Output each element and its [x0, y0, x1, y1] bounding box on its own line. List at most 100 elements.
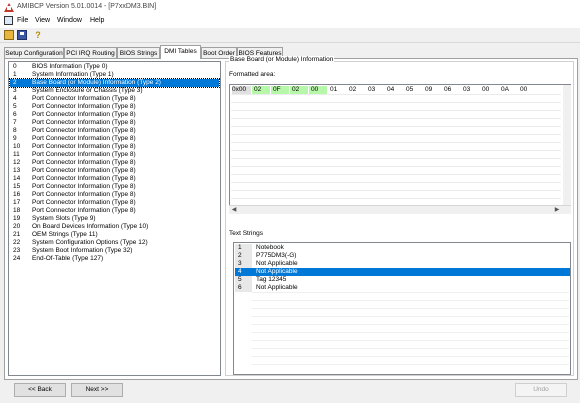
- hex-address: 0x00: [232, 86, 251, 94]
- table-row[interactable]: 3 Not Applicable: [235, 260, 570, 268]
- list-item[interactable]: 10 Port Connector Information (Type 8): [10, 143, 219, 151]
- grid-line: [252, 340, 569, 341]
- hex-row: 0x00 02 0F 02 00 01 02 03 04 05 09 06 03 00 0A 00: [231, 86, 570, 94]
- list-item[interactable]: 24 End-Of-Table (Type 127): [10, 255, 219, 263]
- hex-cell[interactable]: 04: [385, 86, 403, 94]
- list-item-label: Base Board (or Module) Information (Type…: [32, 79, 161, 86]
- list-item-number: 23: [13, 247, 21, 254]
- list-item-label: End-Of-Table (Type 127): [32, 255, 104, 262]
- hex-cell[interactable]: 02: [347, 86, 365, 94]
- hex-cell[interactable]: 02: [290, 86, 308, 94]
- window-title: AMIBCP Version 5.01.0014 - [P7xxDM3.BIN]: [17, 3, 157, 10]
- hex-cell[interactable]: 00: [518, 86, 536, 94]
- table-row[interactable]: 2 P775DM3(-G): [235, 252, 570, 260]
- list-item[interactable]: 8 Port Connector Information (Type 8): [10, 127, 219, 135]
- list-item-label: Port Connector Information (Type 8): [32, 207, 136, 214]
- list-item[interactable]: 1 System Information (Type 1): [10, 71, 219, 79]
- list-item[interactable]: 14 Port Connector Information (Type 8): [10, 175, 219, 183]
- list-item-label: Port Connector Information (Type 8): [32, 159, 136, 166]
- hex-cell[interactable]: 06: [442, 86, 460, 94]
- hex-cell[interactable]: 01: [328, 86, 346, 94]
- list-item[interactable]: 0 BIOS Information (Type 0): [10, 63, 219, 71]
- list-item[interactable]: 13 Port Connector Information (Type 8): [10, 167, 219, 175]
- list-item[interactable]: 3 System Enclosure or Chassis (Type 3): [10, 87, 219, 95]
- list-item[interactable]: 9 Port Connector Information (Type 8): [10, 135, 219, 143]
- list-item-number: 17: [13, 199, 21, 206]
- list-item[interactable]: 20 On Board Devices Information (Type 10): [10, 223, 219, 231]
- table-row[interactable]: 6 Not Applicable: [235, 284, 570, 292]
- menu-help[interactable]: Help: [90, 17, 104, 24]
- list-item-label: Port Connector Information (Type 8): [32, 199, 136, 206]
- list-item[interactable]: 22 System Configuration Options (Type 12): [10, 239, 219, 247]
- list-item-label: Port Connector Information (Type 8): [32, 103, 136, 110]
- hex-cell[interactable]: 05: [404, 86, 422, 94]
- hex-cell[interactable]: 09: [423, 86, 441, 94]
- list-item[interactable]: 16 Port Connector Information (Type 8): [10, 191, 219, 199]
- help-icon[interactable]: ?: [33, 30, 43, 40]
- grid-line: [231, 94, 561, 95]
- list-item[interactable]: 23 System Boot Information (Type 32): [10, 247, 219, 255]
- grid-line: [231, 190, 561, 191]
- hex-grid[interactable]: 0x00 02 0F 02 00 01 02 03 04 05 09 06 03 00 0A 00: [229, 84, 571, 214]
- list-item[interactable]: 4 Port Connector Information (Type 8): [10, 95, 219, 103]
- grid-line: [252, 332, 569, 333]
- dmi-table-list[interactable]: 0 BIOS Information (Type 0) 1 System Inform…: [8, 61, 221, 376]
- tab-setup-configuration[interactable]: Setup Configuration: [4, 47, 64, 58]
- hex-cell[interactable]: 03: [461, 86, 479, 94]
- list-item[interactable]: 17 Port Connector Information (Type 8): [10, 199, 219, 207]
- grid-line: [252, 308, 569, 309]
- menu-window[interactable]: Window: [57, 17, 82, 24]
- list-item[interactable]: 7 Port Connector Information (Type 8): [10, 119, 219, 127]
- back-button[interactable]: << Back: [14, 383, 66, 397]
- grid-line: [231, 126, 561, 127]
- tab-bios-strings[interactable]: BIOS Strings: [117, 47, 160, 58]
- hex-cell[interactable]: 0F: [271, 86, 289, 94]
- list-item-label: Port Connector Information (Type 8): [32, 127, 136, 134]
- table-row[interactable]: 5 Tag 12345: [235, 276, 570, 284]
- table-row[interactable]: 4 Not Applicable: [235, 268, 570, 276]
- list-item[interactable]: 12 Port Connector Information (Type 8): [10, 159, 219, 167]
- list-item[interactable]: 5 Port Connector Information (Type 8): [10, 103, 219, 111]
- list-item[interactable]: 6 Port Connector Information (Type 8): [10, 111, 219, 119]
- list-item[interactable]: 2 Base Board (or Module) Information (Typ…: [9, 78, 220, 88]
- hex-cell[interactable]: 03: [366, 86, 384, 94]
- grid-line: [231, 102, 561, 103]
- title-bar: AMIBCP Version 5.01.0014 - [P7xxDM3.BIN]: [0, 0, 580, 15]
- list-item-label: Port Connector Information (Type 8): [32, 135, 136, 142]
- document-icon[interactable]: [4, 16, 13, 25]
- grid-line: [252, 316, 569, 317]
- list-item[interactable]: 19 System Slots (Type 9): [10, 215, 219, 223]
- tab-dmi-tables[interactable]: DMI Tables: [160, 45, 201, 59]
- hex-cell[interactable]: 02: [252, 86, 270, 94]
- menu-view[interactable]: View: [35, 17, 50, 24]
- list-item-label: BIOS Information (Type 0): [32, 63, 108, 70]
- next-button[interactable]: Next >>: [71, 383, 123, 397]
- list-item-label: Port Connector Information (Type 8): [32, 183, 136, 190]
- grid-line: [231, 134, 561, 135]
- hex-vertical-scrollbar[interactable]: [563, 85, 571, 205]
- scroll-left-icon[interactable]: ◀: [230, 207, 238, 214]
- menu-file[interactable]: File: [17, 17, 28, 24]
- hex-cell[interactable]: 00: [309, 86, 327, 94]
- scroll-right-icon[interactable]: ▶: [553, 207, 561, 214]
- tab-pci-irq-routing[interactable]: PCI IRQ Routing: [64, 47, 117, 58]
- text-strings-grid[interactable]: 1 Notebook 2 P775DM3(-G) 3 Not Applicable 4 Not…: [233, 242, 571, 375]
- hex-cell[interactable]: 0A: [499, 86, 517, 94]
- list-item-number: 7: [13, 119, 17, 126]
- list-item-number: 14: [13, 175, 21, 182]
- string-value: Notebook: [256, 244, 284, 251]
- grid-line: [231, 182, 561, 183]
- list-item-number: 18: [13, 207, 21, 214]
- list-item[interactable]: 11 Port Connector Information (Type 8): [10, 151, 219, 159]
- hex-horizontal-scrollbar[interactable]: ◀ ▶: [229, 205, 571, 214]
- list-item[interactable]: 18 Port Connector Information (Type 8): [10, 207, 219, 215]
- table-row[interactable]: 1 Notebook: [235, 244, 570, 252]
- grid-line: [231, 150, 561, 151]
- open-folder-icon[interactable]: [4, 30, 14, 40]
- list-item[interactable]: 15 Port Connector Information (Type 8): [10, 183, 219, 191]
- save-disk-icon[interactable]: [17, 30, 27, 40]
- undo-button[interactable]: Undo: [515, 383, 567, 397]
- list-item[interactable]: 21 OEM Strings (Type 11): [10, 231, 219, 239]
- string-index: 4: [235, 268, 252, 276]
- hex-cell[interactable]: 00: [480, 86, 498, 94]
